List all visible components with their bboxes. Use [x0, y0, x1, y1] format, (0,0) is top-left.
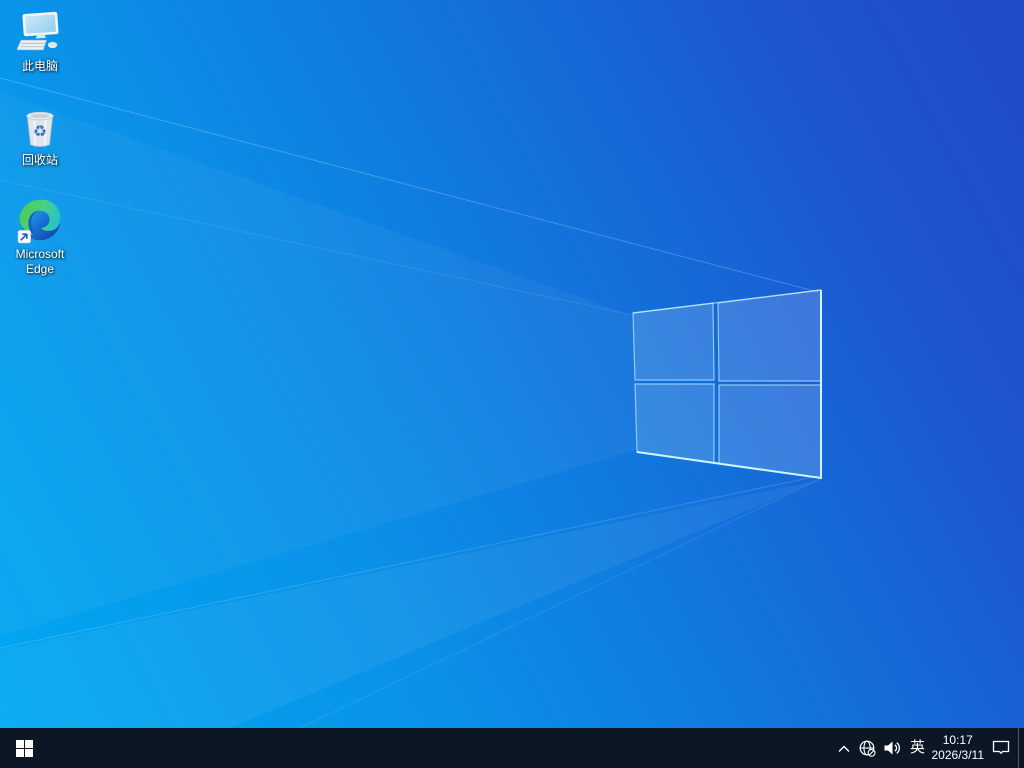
windows-logo-wallpaper: [632, 289, 822, 479]
speaker-icon: [884, 741, 900, 755]
action-center-icon: [992, 740, 1010, 755]
windows-desktop: 此电脑 ♻ 回收站 Microsoft Edge 英 10:17 2026/3/…: [0, 0, 1024, 768]
desktop-icon-microsoft-edge[interactable]: Microsoft Edge: [1, 196, 79, 279]
svg-text:♻: ♻: [33, 121, 47, 140]
clock-date: 2026/3/11: [931, 748, 985, 762]
recycle-bin-icon: ♻: [26, 111, 54, 148]
desktop-wallpaper: [0, 0, 1024, 768]
desktop-icon-label: 此电脑: [21, 59, 58, 73]
show-desktop-button[interactable]: [1018, 728, 1024, 768]
taskbar: 英 10:17 2026/3/11: [0, 728, 1024, 768]
system-tray: 英 10:17 2026/3/11: [832, 728, 1024, 768]
shortcut-arrow-badge: [17, 230, 31, 244]
network-button[interactable]: [856, 728, 880, 768]
hidden-icons-button[interactable]: [832, 728, 856, 768]
chevron-up-icon: [838, 745, 849, 752]
desktop-icon-recycle-bin[interactable]: ♻ 回收站: [1, 102, 79, 170]
start-button[interactable]: [0, 728, 48, 768]
ime-language-label: 英: [909, 739, 925, 756]
globe-no-internet-icon: [859, 740, 876, 757]
wallpaper-light-rays: [0, 77, 822, 728]
desktop-icon-this-pc[interactable]: 此电脑: [1, 8, 79, 76]
desktop-icon-label: Microsoft Edge: [15, 247, 65, 276]
action-center-button[interactable]: [984, 728, 1018, 768]
ime-indicator[interactable]: 英: [904, 728, 932, 768]
clock-time: 10:17: [942, 733, 973, 747]
microsoft-edge-icon: [17, 199, 61, 244]
taskbar-empty-area: [48, 728, 832, 768]
volume-button[interactable]: [880, 728, 904, 768]
desktop-icon-label: 回收站: [21, 153, 58, 167]
clock[interactable]: 10:17 2026/3/11: [932, 728, 985, 768]
this-pc-icon: [17, 11, 59, 51]
windows-logo-icon: [15, 739, 33, 757]
